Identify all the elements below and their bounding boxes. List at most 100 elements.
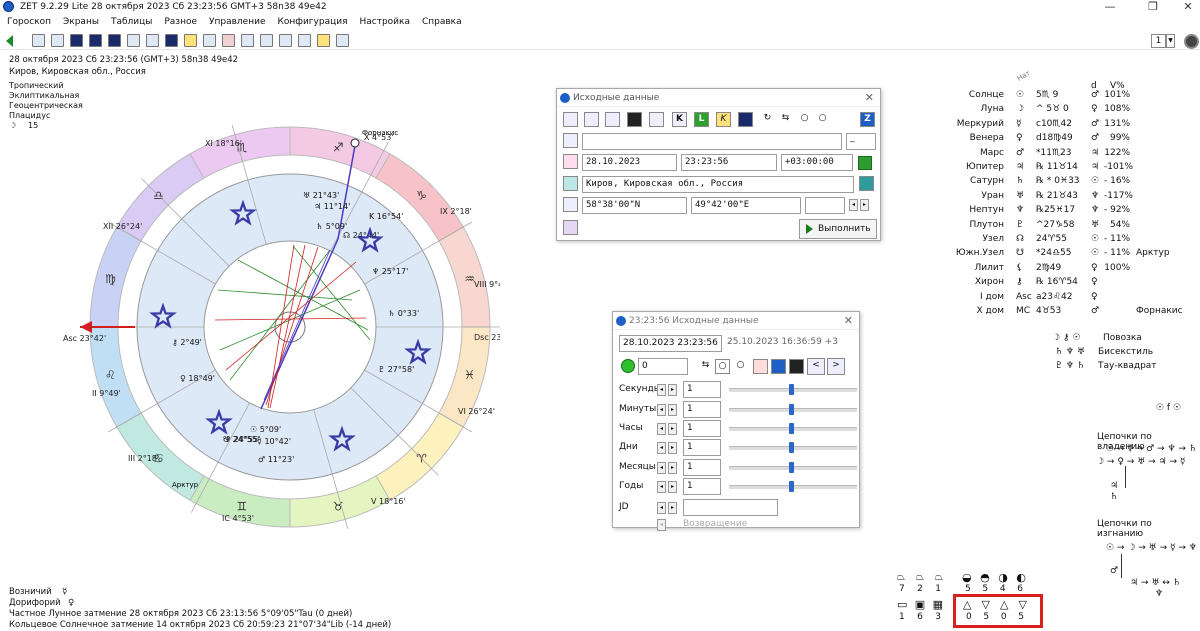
years-step[interactable]: 1 [683,478,721,495]
minutes-step[interactable]: 1 [683,401,721,418]
planet-row[interactable]: Узел ☊ 24♈55 ☉ - 11% [936,234,1200,248]
menu-help[interactable]: Справка [415,15,467,30]
prev-step-button[interactable]: < [807,358,825,375]
planet-row[interactable]: Сатурн ♄ ℞ * 0♓33 ☉ - 16% [936,176,1200,190]
planet-row[interactable]: Меркурий ☿ c10♏42 ♂ 131% [936,119,1200,133]
place-field[interactable]: Киров, Кировская обл., Россия [582,176,854,193]
altitude-field[interactable] [805,197,845,214]
planet-row[interactable]: Лилит ⚸ 2♍49 ♀ 100% [936,263,1200,277]
save2-icon[interactable] [789,359,804,374]
mode-b-icon[interactable]: ○ [733,359,748,374]
radio-a-icon[interactable]: ○ [797,112,812,127]
start-indicator[interactable] [621,359,635,373]
graph-icon[interactable] [203,34,216,47]
next-step-button[interactable]: > [827,358,845,375]
calendar-icon[interactable] [184,34,197,47]
run-button[interactable]: Выполнить [799,219,877,239]
mode-a-icon[interactable]: ○ [715,359,730,374]
name-field[interactable] [582,133,842,150]
menu-configuration[interactable]: Конфигурация [270,15,352,30]
minimize-button[interactable]: — [1100,0,1120,13]
dialog2-close-button[interactable]: ✕ [844,312,853,330]
planet-row[interactable]: X дом MC 4♉53 ♂ Форнакис [936,306,1200,320]
minutes-slider-thumb[interactable] [789,404,794,415]
timezone-status[interactable] [858,156,872,170]
months-slider-thumb[interactable] [789,462,794,473]
planet-row[interactable]: Плутон ♇ ^27♑58 ♅ 54% [936,220,1200,234]
save-icon[interactable] [627,112,642,127]
menu-misc[interactable]: Разное [157,15,202,30]
planet-row[interactable]: Луна ☽ ^ 5♉ 0 ♀ 108% [936,104,1200,118]
minutes-inc[interactable]: ▸ [668,404,677,416]
hours-dec[interactable]: ◂ [657,423,666,435]
new-file-icon[interactable] [605,112,620,127]
planet-row[interactable]: Уран ♅ ℞ 21♉43 ♆ -117% [936,191,1200,205]
type-dropdown[interactable]: – [846,133,876,150]
menu-settings[interactable]: Настройка [352,15,415,30]
paste-icon[interactable] [584,112,599,127]
jd-inc[interactable]: ▸ [668,502,677,514]
current-datetime-field[interactable]: 28.10.2023 23:23:56 +3 [619,335,722,352]
cosmos-icon[interactable] [108,34,121,47]
hours-slider-thumb[interactable] [789,423,794,434]
seconds-step[interactable]: 1 [683,381,721,398]
latitude-field[interactable]: 58°38'00"N [582,197,687,214]
years-inc[interactable]: ▸ [668,481,677,493]
planet-row[interactable]: Солнце ☉ 5♏ 9 ♂ 101% [936,90,1200,104]
l-button[interactable]: L [694,112,709,127]
years-dec[interactable]: ◂ [657,481,666,493]
config-3-name[interactable]: Тау-квадрат [1098,361,1157,371]
close-button[interactable]: ✕ [1178,0,1198,13]
scroll-right[interactable]: ▸ [860,199,869,211]
timezone-field[interactable]: +03:00:00 [781,154,853,171]
hours-step[interactable]: 1 [683,420,721,437]
planet-row[interactable]: I дом Asc a23♌42 ♀ [936,292,1200,306]
export-icon[interactable] [771,359,786,374]
aspect-toggle-icon[interactable] [738,112,753,127]
seconds-slider-thumb[interactable] [789,384,794,395]
seconds-inc[interactable]: ▸ [668,384,677,396]
settings-icon[interactable] [563,220,578,235]
planet-row[interactable]: Марс ♂ *11♏23 ♃ 122% [936,148,1200,162]
k-button[interactable]: K [672,112,687,127]
table-icon[interactable] [127,34,140,47]
direction-icon[interactable] [260,34,273,47]
page-number-field[interactable]: 1 [1151,34,1166,48]
aspect-icon[interactable] [165,34,178,47]
days-step[interactable]: 1 [683,439,721,456]
days-inc[interactable]: ▸ [668,442,677,454]
step-counter-field[interactable]: 0 [638,358,688,375]
menu-horoscope[interactable]: Гороскоп [0,15,56,30]
seconds-dec[interactable]: ◂ [657,384,666,396]
map-icon[interactable] [859,176,874,191]
jd-dec[interactable]: ◂ [657,502,666,514]
days-dec[interactable]: ◂ [657,442,666,454]
time-field[interactable]: 23:23:56 [681,154,777,171]
planet-row[interactable]: Венера ♀ d18♍49 ♂ 99% [936,133,1200,147]
months-inc[interactable]: ▸ [668,462,677,474]
sky-icon[interactable] [89,34,102,47]
k2-button[interactable]: K [716,112,731,127]
gear-icon[interactable] [298,34,311,47]
copy-icon[interactable] [563,112,578,127]
menu-tables[interactable]: Таблицы [104,15,157,30]
chart-dark-icon[interactable] [70,34,83,47]
config-2-name[interactable]: Бисекстиль [1098,347,1153,357]
progress-icon[interactable] [241,34,254,47]
flag-icon[interactable] [649,112,664,127]
back-arrow-icon[interactable] [6,35,13,47]
minutes-dec[interactable]: ◂ [657,404,666,416]
name-icon[interactable] [563,133,578,148]
warning-icon[interactable] [317,34,330,47]
sync-icon[interactable]: ⇆ [778,112,793,127]
planet-row[interactable]: Юпитер ♃ ℞ 11♉14 ♃ -101% [936,162,1200,176]
jd-field[interactable] [683,499,778,516]
menu-screens[interactable]: Экраны [56,15,104,30]
cycle-icon[interactable]: ↻ [760,112,775,127]
date-field[interactable]: 28.10.2023 [582,154,677,171]
page-number-dropdown[interactable]: ▼ [1166,34,1175,48]
planet-row[interactable]: Южн.Узел ☋ *24♎55 ☉ - 11% Арктур [936,248,1200,262]
longitude-field[interactable]: 49°42'00"E [691,197,801,214]
maximize-button[interactable]: ❐ [1143,0,1163,13]
planet-row[interactable]: Хирон ⚷ ℞ 16♈54 ♀ [936,277,1200,291]
